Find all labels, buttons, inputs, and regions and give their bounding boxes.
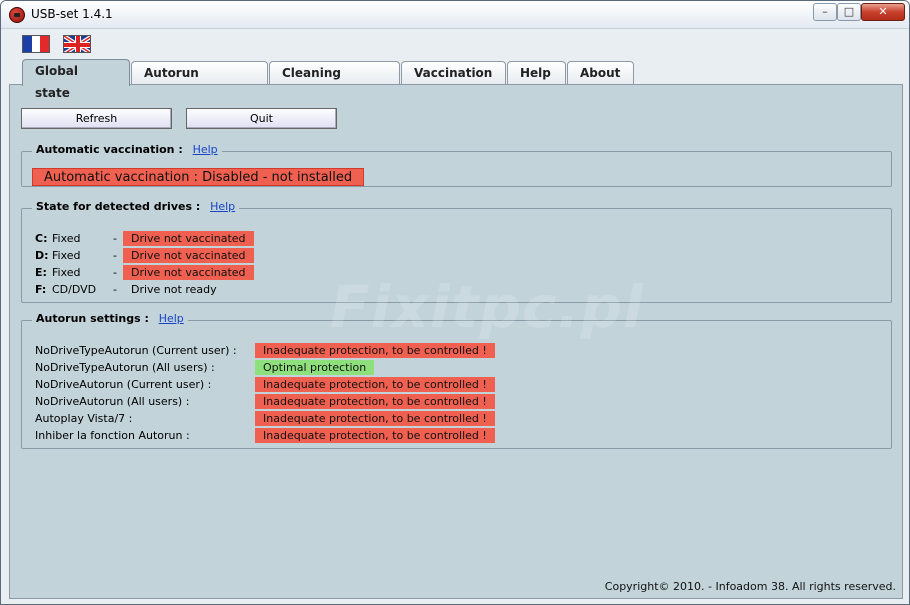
watermark: Fixitpc.pl xyxy=(330,273,644,341)
minimize-button[interactable]: – xyxy=(813,3,837,21)
drive-status-badge: Drive not vaccinated xyxy=(123,248,254,263)
autorun-setting-label: NoDriveAutorun (Current user) : xyxy=(35,378,212,391)
tab-help[interactable]: Help xyxy=(507,61,566,85)
refresh-button[interactable]: Refresh xyxy=(21,108,172,129)
drive-row-c: C: Fixed - Drive not vaccinated xyxy=(35,231,254,247)
autorun-help-link[interactable]: Help xyxy=(159,312,184,325)
drive-separator: - xyxy=(113,266,117,279)
autorun-label: Autorun settings : xyxy=(36,312,149,325)
autorun-setting-label: NoDriveTypeAutorun (All users) : xyxy=(35,361,215,374)
tab-vaccination[interactable]: Vaccination xyxy=(401,61,506,85)
copyright-text: Copyright© 2010. - Infoadom 38. All righ… xyxy=(604,580,896,593)
global-state-panel: Refresh Quit Automatic vaccination : Hel… xyxy=(9,84,903,599)
drive-row-e: E: Fixed - Drive not vaccinated xyxy=(35,265,254,281)
autorun-status-badge: Inadequate protection, to be controlled … xyxy=(255,394,495,409)
autorun-status-badge: Optimal protection xyxy=(255,360,375,375)
tab-autorun-settings[interactable]: Autorun settings xyxy=(131,61,268,102)
drive-type: Fixed xyxy=(52,232,81,245)
flag-uk-icon[interactable] xyxy=(63,35,91,53)
tab-global-state[interactable]: Global state xyxy=(22,59,130,100)
drive-letter: D: xyxy=(35,249,49,262)
autorun-setting-label: Autoplay Vista/7 : xyxy=(35,412,133,425)
app-icon xyxy=(9,7,25,23)
autorun-status-badge: Inadequate protection, to be controlled … xyxy=(255,377,495,392)
drive-letter: F: xyxy=(35,283,47,296)
drive-status-badge: Drive not vaccinated xyxy=(123,265,254,280)
drive-status-text: Drive not ready xyxy=(131,283,217,296)
autorun-title: Autorun settings : Help xyxy=(32,312,188,325)
drive-letter: E: xyxy=(35,266,47,279)
language-toolbar xyxy=(1,29,909,59)
tab-bar: Global state Autorun settings Cleaning t… xyxy=(1,59,909,102)
quit-button[interactable]: Quit xyxy=(186,108,337,129)
drive-letter: C: xyxy=(35,232,48,245)
maximize-button[interactable]: □ xyxy=(837,3,861,21)
drive-type: CD/DVD xyxy=(52,283,97,296)
auto-vaccination-help-link[interactable]: Help xyxy=(193,143,218,156)
title-bar[interactable]: USB-set 1.4.1 – □ ✕ xyxy=(1,1,909,29)
drive-type: Fixed xyxy=(52,249,81,262)
drive-status-badge: Drive not vaccinated xyxy=(123,231,254,246)
drive-separator: - xyxy=(113,249,117,262)
auto-vaccination-status: Automatic vaccination : Disabled - not i… xyxy=(32,168,365,186)
drives-label: State for detected drives : xyxy=(36,200,201,213)
autorun-status-badge: Inadequate protection, to be controlled … xyxy=(255,411,495,426)
close-button[interactable]: ✕ xyxy=(861,3,905,21)
drives-help-link[interactable]: Help xyxy=(210,200,235,213)
tab-about[interactable]: About xyxy=(567,61,634,85)
auto-vaccination-group: Automatic vaccination : Help Automatic v… xyxy=(21,143,892,187)
drive-row-f: F: CD/DVD - Drive not ready xyxy=(35,282,217,298)
app-window: USB-set 1.4.1 – □ ✕ Global state Autorun… xyxy=(0,0,910,605)
autorun-setting-label: Inhiber la fonction Autorun : xyxy=(35,429,190,442)
drive-separator: - xyxy=(113,283,117,296)
window-title: USB-set 1.4.1 xyxy=(31,7,113,21)
drive-row-d: D: Fixed - Drive not vaccinated xyxy=(35,248,254,264)
autorun-status-badge: Inadequate protection, to be controlled … xyxy=(255,428,495,443)
autorun-status-badge: Inadequate protection, to be controlled … xyxy=(255,343,495,358)
drive-type: Fixed xyxy=(52,266,81,279)
auto-vaccination-title: Automatic vaccination : Help xyxy=(32,143,222,156)
autorun-setting-label: NoDriveTypeAutorun (Current user) : xyxy=(35,344,237,357)
drives-title: State for detected drives : Help xyxy=(32,200,240,213)
auto-vaccination-label: Automatic vaccination : xyxy=(36,143,183,156)
tab-cleaning-traces[interactable]: Cleaning traces xyxy=(269,61,400,102)
flag-fr-icon[interactable] xyxy=(22,35,50,53)
drive-separator: - xyxy=(113,232,117,245)
autorun-setting-label: NoDriveAutorun (All users) : xyxy=(35,395,190,408)
